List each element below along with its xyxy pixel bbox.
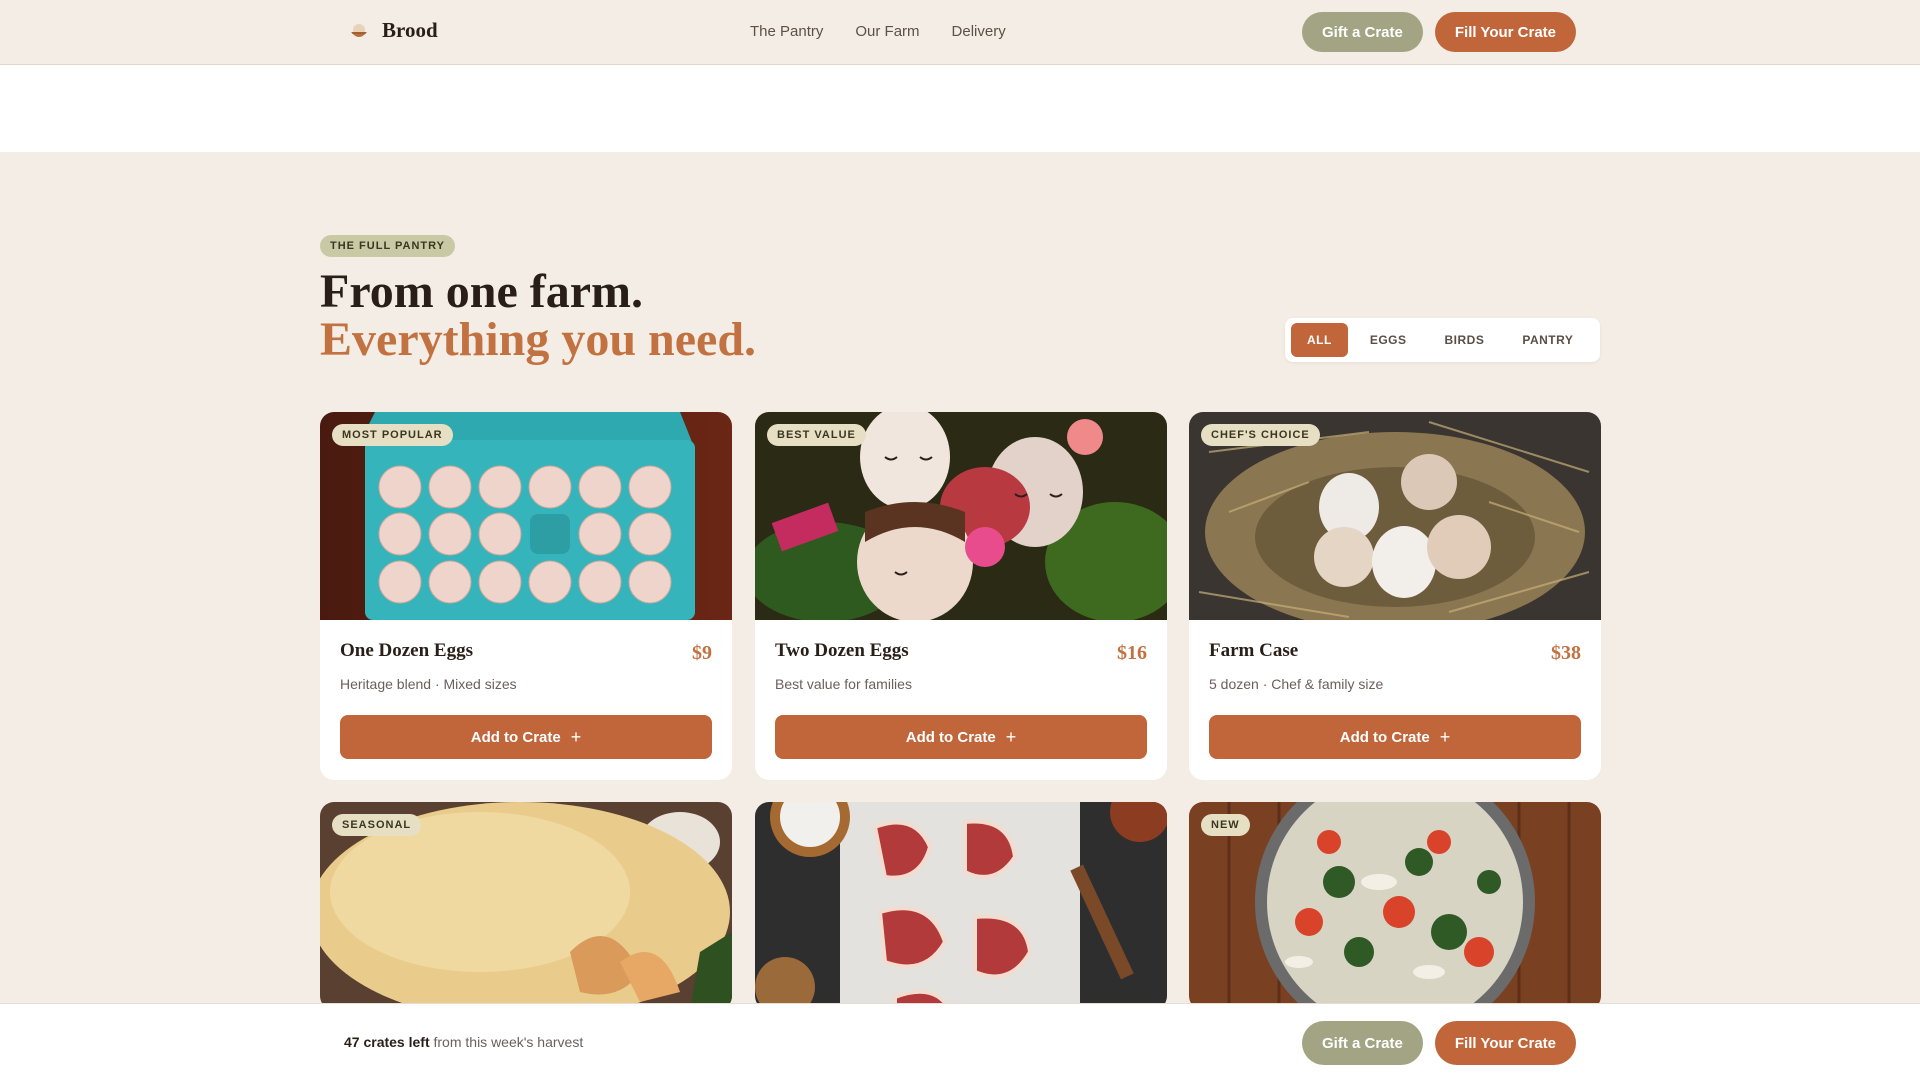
product-card: SEASONAL — [320, 802, 732, 1010]
product-price: $9 — [692, 642, 712, 664]
headline-line-2: Everything you need. — [320, 313, 757, 366]
previous-section — [0, 65, 1920, 152]
badge-chefs-choice: CHEF'S CHOICE — [1201, 424, 1320, 446]
badge-most-popular: MOST POPULAR — [332, 424, 453, 446]
product-title: Farm Case — [1209, 640, 1299, 661]
filter-eggs[interactable]: EGGS — [1354, 323, 1423, 357]
product-card: MOST POPULAR One Dozen Eggs $9 Heritage … — [320, 412, 732, 780]
nav-link-pantry[interactable]: The Pantry — [750, 23, 823, 40]
brand[interactable]: Brood — [348, 18, 438, 43]
section-eyebrow: THE FULL PANTRY — [320, 235, 456, 257]
nest-logo-icon — [351, 23, 367, 37]
product-title: One Dozen Eggs — [340, 640, 473, 661]
product-body: Farm Case $38 5 dozen · Chef & family si… — [1189, 620, 1601, 780]
stock-notice: 47 crates left from this week's harvest — [344, 1034, 583, 1050]
gift-crate-button[interactable]: Gift a Crate — [1302, 12, 1423, 52]
stock-suffix: from this week's harvest — [433, 1034, 584, 1050]
plus-icon: + — [1005, 727, 1017, 747]
badge-seasonal: SEASONAL — [332, 814, 422, 836]
sticky-bottom-bar: 47 crates left from this week's harvest … — [0, 1003, 1920, 1080]
site-header: Brood The Pantry Our Farm Delivery Gift … — [0, 0, 1920, 65]
bottom-fill-crate-button[interactable]: Fill Your Crate — [1434, 1021, 1576, 1065]
brand-name: Brood — [382, 18, 438, 42]
product-image-eggs-carton[interactable]: MOST POPULAR — [320, 412, 732, 620]
pantry-section: THE FULL PANTRY From one farm. Everythin… — [0, 152, 1920, 1010]
header-actions: Gift a Crate Fill Your Crate — [1302, 12, 1576, 52]
bottom-gift-crate-button[interactable]: Gift a Crate — [1302, 1021, 1423, 1065]
product-description: Heritage blend · Mixed sizes — [340, 676, 517, 692]
product-card: BEST VALUE Two Dozen Eggs $16 Best value… — [755, 412, 1167, 780]
product-image-roast-chicken[interactable]: SEASONAL — [320, 802, 732, 1010]
product-body: Two Dozen Eggs $16 Best value for famili… — [755, 620, 1167, 780]
plus-icon: + — [570, 727, 582, 747]
soup-pot-image — [1189, 802, 1601, 1010]
category-filter: ALL EGGS BIRDS PANTRY — [1285, 318, 1600, 362]
badge-best-value: BEST VALUE — [767, 424, 866, 446]
plus-icon: + — [1439, 727, 1451, 747]
chicken-cuts-image — [755, 802, 1167, 1010]
add-to-crate-label: Add to Crate — [470, 728, 561, 746]
product-image-nest[interactable]: CHEF'S CHOICE — [1189, 412, 1601, 620]
product-image-soup-pot[interactable]: NEW — [1189, 802, 1601, 1010]
filter-birds[interactable]: BIRDS — [1429, 323, 1501, 357]
add-to-crate-button[interactable]: Add to Crate + — [1209, 715, 1581, 759]
add-to-crate-button[interactable]: Add to Crate + — [775, 715, 1147, 759]
product-description: 5 dozen · Chef & family size — [1209, 676, 1384, 692]
badge-new: NEW — [1201, 814, 1250, 836]
fill-crate-button[interactable]: Fill Your Crate — [1434, 12, 1576, 52]
filter-all[interactable]: ALL — [1291, 323, 1348, 357]
stock-count: 47 crates left — [344, 1034, 430, 1050]
product-card — [755, 802, 1167, 1010]
bottom-actions: Gift a Crate Fill Your Crate — [1302, 1021, 1576, 1065]
product-image-chicken-cuts[interactable] — [755, 802, 1167, 1010]
product-body: One Dozen Eggs $9 Heritage blend · Mixed… — [320, 620, 732, 780]
product-card: CHEF'S CHOICE Farm Case $38 5 dozen · Ch… — [1189, 412, 1601, 780]
section-headline: From one farm. Everything you need. — [320, 268, 756, 364]
add-to-crate-label: Add to Crate — [1339, 728, 1430, 746]
headline-line-1: From one farm. — [320, 265, 644, 318]
product-title: Two Dozen Eggs — [775, 640, 909, 661]
product-price: $38 — [1551, 642, 1581, 664]
product-description: Best value for families — [775, 676, 912, 692]
add-to-crate-label: Add to Crate — [905, 728, 996, 746]
nav-link-delivery[interactable]: Delivery — [952, 23, 1006, 40]
main-nav: The Pantry Our Farm Delivery — [750, 23, 1006, 40]
filter-pantry[interactable]: PANTRY — [1506, 323, 1589, 357]
add-to-crate-button[interactable]: Add to Crate + — [340, 715, 712, 759]
product-price: $16 — [1117, 642, 1147, 664]
product-card: NEW — [1189, 802, 1601, 1010]
nav-link-farm[interactable]: Our Farm — [855, 23, 919, 40]
product-image-painted-eggs[interactable]: BEST VALUE — [755, 412, 1167, 620]
